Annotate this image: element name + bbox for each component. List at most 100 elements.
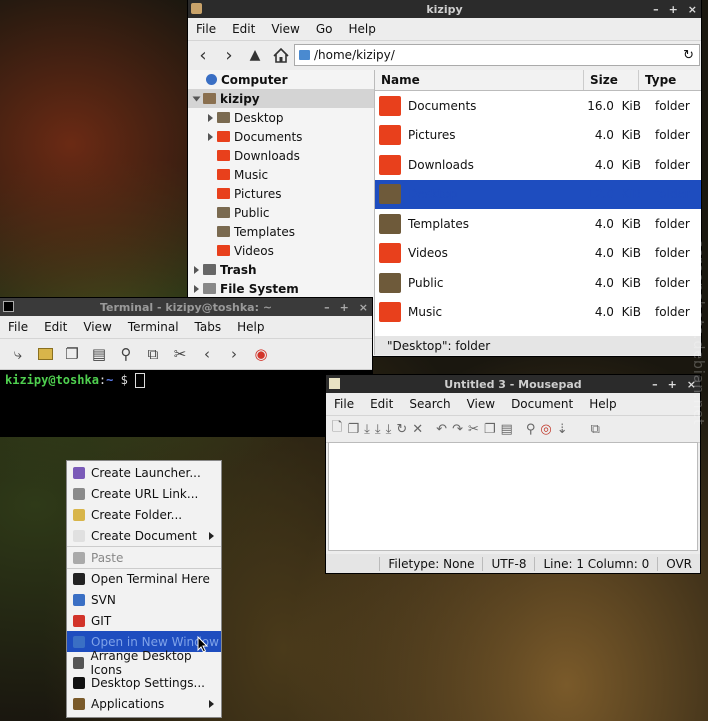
redo-icon[interactable]: ↷ xyxy=(452,422,463,437)
fm-titlebar[interactable]: kizipy – + × xyxy=(188,0,701,18)
menu-item-applications[interactable]: Applications xyxy=(67,694,221,715)
save-icon[interactable]: ⤓ xyxy=(375,422,381,437)
new-window-icon[interactable]: ❐ xyxy=(347,422,359,437)
mode-status[interactable]: OVR xyxy=(657,556,700,571)
forward-icon[interactable]: › xyxy=(218,44,240,66)
maximize-icon[interactable]: + xyxy=(668,378,677,391)
terminal-body[interactable]: kizipy@toshka:~ $ xyxy=(0,370,372,436)
menu-item-open-terminal-here[interactable]: Open Terminal Here xyxy=(67,569,221,590)
sidebar-item-home[interactable]: kizipy xyxy=(188,89,374,108)
file-row[interactable]: Pictures 4.0 KiB folder xyxy=(375,121,701,151)
menu-item-git[interactable]: GIT xyxy=(67,611,221,632)
previous-tab-icon[interactable]: ‹ xyxy=(196,343,218,365)
sidebar-item-public[interactable]: Public xyxy=(188,203,374,222)
sidebar-item-trash[interactable]: Trash xyxy=(188,260,374,279)
file-row[interactable]: Music 4.0 KiB folder xyxy=(375,298,701,328)
sidebar-item-computer[interactable]: Computer xyxy=(188,70,374,89)
paste-icon[interactable]: ▤ xyxy=(88,343,110,365)
text-area[interactable] xyxy=(328,442,698,551)
filetype-status[interactable]: Filetype: None xyxy=(379,556,482,571)
menu-item-arrange-desktop-icons[interactable]: Arrange Desktop Icons xyxy=(67,649,221,677)
menu-edit[interactable]: Edit xyxy=(362,397,401,411)
undo-icon[interactable]: ↶ xyxy=(436,422,447,437)
copy-icon[interactable]: ❐ xyxy=(484,422,496,437)
expand-arrow-icon[interactable] xyxy=(194,265,199,274)
expand-arrow-icon[interactable] xyxy=(208,132,213,141)
menu-file[interactable]: File xyxy=(188,22,224,36)
column-type[interactable]: Type xyxy=(639,70,701,90)
menu-view[interactable]: View xyxy=(75,320,119,334)
file-row[interactable]: Desktop 12.0 KiB folder xyxy=(375,179,701,209)
menu-go[interactable]: Go xyxy=(308,22,341,36)
menu-tabs[interactable]: Tabs xyxy=(187,320,230,334)
menu-edit[interactable]: Edit xyxy=(36,320,75,334)
find-replace-icon[interactable]: ◎ xyxy=(540,422,551,437)
maximize-icon[interactable]: + xyxy=(669,3,678,16)
find-icon[interactable]: ⚲ xyxy=(526,422,536,437)
maximize-icon[interactable]: + xyxy=(340,301,349,314)
sidebar-item-filesystem[interactable]: File System xyxy=(188,279,374,298)
menu-item-create-launcher[interactable]: Create Launcher... xyxy=(67,463,221,484)
close-document-icon[interactable]: ✕ xyxy=(412,422,423,437)
sidebar-item-desktop[interactable]: Desktop xyxy=(188,108,374,127)
menu-help[interactable]: Help xyxy=(581,397,624,411)
menu-item-svn[interactable]: SVN xyxy=(67,590,221,611)
menu-view[interactable]: View xyxy=(459,397,503,411)
minimize-icon[interactable]: – xyxy=(652,378,658,391)
location-field[interactable]: /home/kizipy/ ↻ xyxy=(294,44,700,66)
close-icon[interactable]: × xyxy=(688,3,697,16)
sidebar-item-downloads[interactable]: Downloads xyxy=(188,146,374,165)
menu-terminal[interactable]: Terminal xyxy=(120,320,187,334)
home-icon[interactable] xyxy=(270,44,292,66)
save-as-icon[interactable]: ⤓ xyxy=(386,422,392,437)
column-name[interactable]: Name xyxy=(375,70,584,90)
preferences-icon[interactable]: ✂ xyxy=(169,343,191,365)
menu-view[interactable]: View xyxy=(263,22,307,36)
reload-icon[interactable]: ↻ xyxy=(683,48,694,63)
menu-help[interactable]: Help xyxy=(340,22,383,36)
menu-file[interactable]: File xyxy=(326,397,362,411)
paste-icon[interactable]: ▤ xyxy=(501,422,513,437)
menu-search[interactable]: Search xyxy=(401,397,458,411)
fullscreen-icon[interactable]: ⧉ xyxy=(591,422,600,437)
terminal-titlebar[interactable]: Terminal - kizipy@toshka: ~ – + × xyxy=(0,298,372,316)
sidebar-item-music[interactable]: Music xyxy=(188,165,374,184)
minimize-icon[interactable]: – xyxy=(653,3,659,16)
new-document-icon[interactable]: 🗋 xyxy=(332,418,342,440)
menu-item-create-folder[interactable]: Create Folder... xyxy=(67,505,221,526)
new-window-icon[interactable] xyxy=(34,343,56,365)
cut-icon[interactable]: ✂ xyxy=(468,422,479,437)
close-icon[interactable]: × xyxy=(359,301,368,314)
expand-arrow-icon[interactable] xyxy=(194,284,199,293)
menu-item-create-document[interactable]: Create Document xyxy=(67,525,221,546)
file-row[interactable]: Templates 4.0 KiB folder xyxy=(375,209,701,239)
copy-icon[interactable]: ❐ xyxy=(61,343,83,365)
expand-arrow-icon[interactable] xyxy=(208,113,213,122)
menu-help[interactable]: Help xyxy=(229,320,272,334)
file-row[interactable]: Videos 4.0 KiB folder xyxy=(375,239,701,269)
menu-item-desktop-settings[interactable]: Desktop Settings... xyxy=(67,673,221,694)
file-row[interactable]: Documents 16.0 KiB folder xyxy=(375,91,701,121)
new-tab-icon[interactable]: ⤷ xyxy=(7,343,29,365)
reload-icon[interactable]: ↻ xyxy=(396,422,407,437)
up-icon[interactable]: ▲ xyxy=(244,44,266,66)
next-tab-icon[interactable]: › xyxy=(223,343,245,365)
file-row[interactable]: Downloads 4.0 KiB folder xyxy=(375,150,701,180)
column-size[interactable]: Size xyxy=(584,70,639,90)
sidebar-item-templates[interactable]: Templates xyxy=(188,222,374,241)
file-row[interactable]: Public 4.0 KiB folder xyxy=(375,268,701,298)
help-icon[interactable]: ◉ xyxy=(250,343,272,365)
mousepad-titlebar[interactable]: Untitled 3 - Mousepad – + × xyxy=(326,375,700,393)
sidebar-item-pictures[interactable]: Pictures xyxy=(188,184,374,203)
expand-arrow-icon[interactable] xyxy=(192,96,201,101)
menu-edit[interactable]: Edit xyxy=(224,22,263,36)
sidebar-item-videos[interactable]: Videos xyxy=(188,241,374,260)
menu-item-create-url-link[interactable]: Create URL Link... xyxy=(67,484,221,505)
goto-icon[interactable]: ⇣ xyxy=(557,422,568,437)
minimize-icon[interactable]: – xyxy=(324,301,330,314)
menu-file[interactable]: File xyxy=(0,320,36,334)
open-icon[interactable]: ⤓ xyxy=(364,422,370,437)
detach-tab-icon[interactable]: ⧉ xyxy=(142,343,164,365)
back-icon[interactable]: ‹ xyxy=(192,44,214,66)
search-icon[interactable]: ⚲ xyxy=(115,343,137,365)
